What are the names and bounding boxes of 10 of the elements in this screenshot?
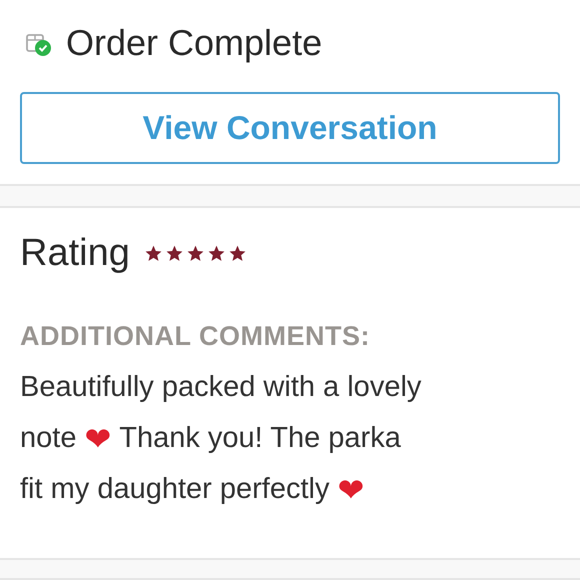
comments-heading: ADDITIONAL COMMENTS: bbox=[20, 321, 371, 352]
comment-text: note bbox=[20, 422, 76, 455]
view-conversation-button[interactable]: View Conversation bbox=[20, 92, 560, 164]
comment-text: Thank you! The parka bbox=[119, 422, 401, 455]
heart-icon: ❤ bbox=[84, 420, 112, 458]
comment-text: fit my daughter perfectly bbox=[20, 473, 330, 506]
heart-icon: ❤ bbox=[337, 470, 364, 508]
rating-label: Rating bbox=[20, 232, 130, 275]
order-title: Order Complete bbox=[66, 22, 322, 64]
comment-text: Beautifully packed with a lovely bbox=[20, 371, 422, 404]
